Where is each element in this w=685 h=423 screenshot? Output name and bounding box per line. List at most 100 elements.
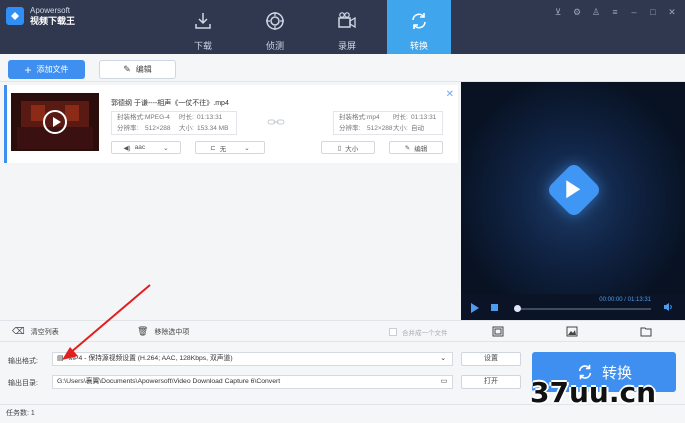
source-res-label: 分辨率: bbox=[117, 125, 139, 132]
remove-selected-button[interactable]: 🗑 移除选中项 bbox=[137, 326, 189, 337]
merge-label: 合并成一个文件 bbox=[402, 330, 448, 337]
open-button[interactable]: 打开 bbox=[461, 375, 521, 389]
download-icon bbox=[195, 13, 211, 29]
source-format-label: 封装格式: bbox=[117, 114, 145, 121]
seek-handle[interactable] bbox=[514, 305, 521, 312]
list-item[interactable]: 郭德纲 于谦----相声《一仗不往》.mp4 ✕ 封装格式: MPEG-4 时长: 0… bbox=[4, 85, 458, 163]
subtitle-icon: ⊏ bbox=[210, 144, 216, 152]
screenshot-icon[interactable] bbox=[566, 326, 578, 337]
target-size-label: 大小: bbox=[393, 125, 408, 132]
document-icon: ▯ bbox=[337, 144, 342, 152]
clear-list-label: 清空列表 bbox=[30, 328, 59, 336]
chevron-down-icon: ⌄ bbox=[244, 144, 250, 152]
close-icon[interactable]: ✕ bbox=[667, 7, 677, 17]
cart-icon[interactable]: ⊻ bbox=[553, 7, 563, 17]
target-res-label: 分辨率: bbox=[339, 125, 361, 132]
output-format-label: 输出格式: bbox=[8, 358, 38, 365]
magic-wand-icon: ✎ bbox=[123, 64, 131, 74]
output-format-value: MP4 - 保持源视频设置 (H.264; AAC, 128Kbps, 双声道) bbox=[68, 355, 233, 362]
source-size: 153.34 MB bbox=[197, 125, 229, 132]
player-controls: 00:00:00 / 01:13:31 bbox=[461, 294, 685, 320]
edit-button[interactable]: ✎ 编辑 bbox=[99, 60, 176, 79]
tab-record[interactable]: 录屏 bbox=[315, 0, 379, 54]
source-info: 封装格式: MPEG-4 时长: 01:13:31 分辨率: 512×288 大小: 153… bbox=[111, 111, 237, 135]
user-icon[interactable]: ♙ bbox=[591, 7, 601, 17]
app-logo-icon bbox=[6, 7, 24, 25]
remove-selected-label: 移除选中项 bbox=[154, 328, 190, 336]
volume-icon[interactable] bbox=[663, 302, 673, 312]
output-dir-field[interactable]: G:\Users\襄翼\Documents\Apowersoft\Video D… bbox=[52, 375, 453, 389]
plus-icon: + bbox=[24, 62, 32, 77]
tab-convert-label: 转换 bbox=[409, 41, 428, 51]
source-duration: 01:13:31 bbox=[197, 114, 223, 121]
broom-icon: ⌫ bbox=[12, 326, 25, 336]
source-size-label: 大小: bbox=[179, 125, 194, 132]
add-file-button[interactable]: + 添加文件 bbox=[8, 60, 85, 79]
window-controls: ⊻ ⚙ ♙ ≡ – □ ✕ bbox=[553, 7, 677, 17]
maximize-icon[interactable]: □ bbox=[648, 7, 658, 17]
play-icon[interactable] bbox=[43, 110, 67, 134]
source-duration-label: 时长: bbox=[179, 114, 194, 121]
audio-track-value: aac bbox=[134, 144, 146, 151]
settings-button[interactable]: 设置 bbox=[461, 352, 521, 366]
brand-name: Apowersoft bbox=[30, 6, 71, 15]
output-format-select[interactable]: ▤ MP4 - 保持源视频设置 (H.264; AAC, 128Kbps, 双声… bbox=[52, 352, 453, 366]
seek-bar[interactable] bbox=[516, 308, 651, 310]
file-name: 郭德纲 于谦----相声《一仗不往》.mp4 bbox=[111, 100, 229, 107]
output-dir-label: 输出目录: bbox=[8, 380, 38, 387]
title-bar: Apowersoft 视频下载王 下载 侦测 录屏 转换 ⊻ ⚙ ♙ ≡ – □ bbox=[0, 0, 685, 54]
folder-icon[interactable] bbox=[640, 326, 652, 337]
play-icon[interactable] bbox=[471, 303, 479, 313]
video-thumbnail[interactable] bbox=[11, 93, 99, 151]
size-button-label: 大小 bbox=[345, 145, 359, 153]
detect-icon bbox=[266, 12, 284, 30]
playback-time: 00:00:00 / 01:13:31 bbox=[599, 297, 651, 303]
magic-wand-icon: ✎ bbox=[404, 144, 411, 152]
video-preview: 00:00:00 / 01:13:31 bbox=[461, 82, 685, 320]
merge-checkbox[interactable]: 合并成一个文件 bbox=[389, 327, 448, 337]
brand: Apowersoft 视频下载王 bbox=[6, 6, 75, 26]
target-format-label: 封装格式: bbox=[339, 114, 367, 121]
settings-icon[interactable]: ⚙ bbox=[572, 7, 582, 17]
record-icon bbox=[338, 12, 356, 29]
chevron-down-icon: ⌄ bbox=[440, 355, 446, 362]
add-file-label: 添加文件 bbox=[36, 65, 69, 74]
source-res: 512×288 bbox=[145, 125, 171, 132]
minimize-icon[interactable]: – bbox=[629, 7, 639, 17]
menu-icon[interactable]: ≡ bbox=[610, 7, 620, 17]
list-action-bar: ⌫ 清空列表 🗑 移除选中项 合并成一个文件 bbox=[0, 320, 685, 342]
watermark: 37uu.cn bbox=[530, 376, 656, 409]
tab-detect[interactable]: 侦测 bbox=[243, 0, 307, 54]
tab-download[interactable]: 下载 bbox=[171, 0, 235, 54]
tab-detect-label: 侦测 bbox=[265, 41, 284, 51]
clear-list-button[interactable]: ⌫ 清空列表 bbox=[12, 326, 59, 337]
file-edit-button[interactable]: ✎ 编辑 bbox=[389, 141, 443, 154]
target-duration-label: 时长: bbox=[393, 114, 408, 121]
output-dir-value: G:\Users\襄翼\Documents\Apowersoft\Video D… bbox=[57, 378, 281, 385]
toolbar: + 添加文件 ✎ 编辑 bbox=[0, 54, 685, 82]
target-info: 封装格式: mp4 时长: 01:13:31 分辨率: 512×288 大小: 自动 bbox=[333, 111, 443, 135]
app-window: Apowersoft 视频下载王 下载 侦测 录屏 转换 ⊻ ⚙ ♙ ≡ – □ bbox=[0, 0, 685, 423]
size-button[interactable]: ▯ 大小 bbox=[321, 141, 375, 154]
crop-icon[interactable] bbox=[492, 326, 504, 337]
chevron-down-icon: ⌄ bbox=[163, 144, 169, 152]
target-duration: 01:13:31 bbox=[411, 114, 437, 121]
target-format: mp4 bbox=[367, 114, 380, 121]
subtitle-select[interactable]: ⊏ 无 ⌄ bbox=[195, 141, 265, 154]
tab-convert[interactable]: 转换 bbox=[387, 0, 451, 54]
brand-subtitle: 视频下载王 bbox=[30, 16, 76, 26]
speaker-icon: ◀) bbox=[123, 144, 131, 152]
audio-track-select[interactable]: ◀) aac ⌄ bbox=[111, 141, 181, 154]
tab-record-label: 录屏 bbox=[337, 41, 356, 51]
stop-icon[interactable] bbox=[491, 304, 498, 311]
trash-icon: 🗑 bbox=[137, 326, 149, 336]
convert-icon bbox=[412, 13, 426, 29]
file-edit-label: 编辑 bbox=[414, 145, 428, 153]
source-format: MPEG-4 bbox=[145, 114, 170, 121]
target-res: 512×288 bbox=[367, 125, 393, 132]
checkbox[interactable] bbox=[389, 328, 397, 336]
target-size: 自动 bbox=[411, 125, 424, 132]
folder-browse-icon[interactable]: ▭ bbox=[441, 376, 447, 388]
file-icon: ▤ bbox=[57, 355, 64, 362]
remove-file-icon[interactable]: ✕ bbox=[446, 89, 454, 100]
